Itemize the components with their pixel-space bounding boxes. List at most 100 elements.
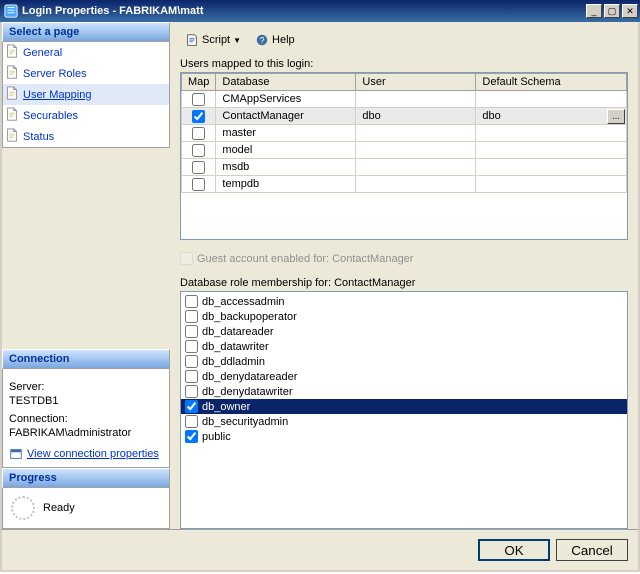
page-icon [5, 128, 19, 145]
schema-cell [476, 125, 627, 142]
col-schema[interactable]: Default Schema [476, 74, 627, 91]
sidebar-item-label: User Mapping [23, 89, 91, 101]
role-label: db_denydatareader [202, 371, 297, 383]
page-icon [5, 44, 19, 61]
role-item[interactable]: db_ddladmin [181, 354, 627, 369]
role-checkbox[interactable] [185, 355, 198, 368]
col-map[interactable]: Map [182, 74, 216, 91]
role-item[interactable]: db_denydatareader [181, 369, 627, 384]
guest-account-checkbox: Guest account enabled for: ContactManage… [180, 252, 628, 265]
database-cell: CMAppServices [216, 91, 356, 108]
sidebar-item-user-mapping[interactable]: User Mapping [3, 84, 169, 105]
map-checkbox[interactable] [192, 178, 205, 191]
map-checkbox[interactable] [192, 144, 205, 157]
role-item[interactable]: db_accessadmin [181, 294, 627, 309]
database-cell: master [216, 125, 356, 142]
role-checkbox[interactable] [185, 340, 198, 353]
schema-cell [476, 91, 627, 108]
user-cell [356, 91, 476, 108]
role-checkbox[interactable] [185, 400, 198, 413]
connection-value: FABRIKAM\administrator [9, 427, 163, 439]
schema-cell: dbo... [476, 108, 627, 125]
schema-cell [476, 159, 627, 176]
map-checkbox[interactable] [192, 161, 205, 174]
role-checkbox[interactable] [185, 385, 198, 398]
pages-list: General Server Roles User Mapping Securable… [2, 42, 170, 148]
role-checkbox[interactable] [185, 430, 198, 443]
role-item[interactable]: db_denydatawriter [181, 384, 627, 399]
sidebar-item-securables[interactable]: Securables [3, 105, 169, 126]
progress-spinner-icon [11, 496, 35, 520]
sidebar-item-status[interactable]: Status [3, 126, 169, 147]
left-panel: Select a page GeneralServer RolesUser Ma… [2, 22, 170, 529]
map-checkbox[interactable] [192, 127, 205, 140]
role-label: db_securityadmin [202, 416, 288, 428]
role-item[interactable]: db_backupoperator [181, 309, 627, 324]
table-row[interactable]: model [182, 142, 627, 159]
table-row[interactable]: tempdb [182, 176, 627, 193]
roles-list[interactable]: db_accessadmindb_backupoperator db_datare… [180, 291, 628, 529]
connection-label: Connection: [9, 413, 163, 425]
role-checkbox[interactable] [185, 310, 198, 323]
page-icon [5, 107, 19, 124]
role-checkbox[interactable] [185, 370, 198, 383]
schema-browse-button[interactable]: ... [607, 109, 625, 124]
user-cell [356, 176, 476, 193]
server-label: Server: [9, 381, 163, 393]
col-user[interactable]: User [356, 74, 476, 91]
maximize-button[interactable]: ▢ [604, 4, 620, 18]
users-mapped-label: Users mapped to this login: [180, 58, 628, 70]
user-cell [356, 159, 476, 176]
help-button[interactable]: ? Help [250, 30, 300, 50]
role-checkbox[interactable] [185, 325, 198, 338]
window-title: Login Properties - FABRIKAM\matt [22, 5, 584, 17]
progress-header: Progress [2, 468, 170, 488]
sidebar-item-label: Server Roles [23, 68, 87, 80]
role-item[interactable]: db_datareader [181, 324, 627, 339]
toolbar: Script ▼ ? Help [180, 28, 628, 58]
role-item[interactable]: db_datawriter [181, 339, 627, 354]
help-label: Help [272, 34, 295, 46]
role-checkbox[interactable] [185, 415, 198, 428]
users-mapped-grid[interactable]: Map Database User Default Schema CMAppSe… [180, 72, 628, 240]
sidebar-item-label: Status [23, 131, 54, 143]
view-connection-properties-link[interactable]: View connection properties [9, 447, 163, 461]
roles-label: Database role membership for: ContactMan… [180, 277, 628, 289]
role-checkbox[interactable] [185, 295, 198, 308]
guest-checkbox-input [180, 252, 193, 265]
table-row[interactable]: master [182, 125, 627, 142]
sidebar-item-server-roles[interactable]: Server Roles [3, 63, 169, 84]
role-label: db_owner [202, 401, 250, 413]
user-cell: dbo [356, 108, 476, 125]
role-label: db_accessadmin [202, 296, 285, 308]
sidebar-item-general[interactable]: General [3, 42, 169, 63]
connection-header: Connection [2, 349, 170, 369]
schema-cell [476, 176, 627, 193]
database-cell: tempdb [216, 176, 356, 193]
table-row[interactable]: ContactManagerdbodbo... [182, 108, 627, 125]
page-icon [5, 86, 19, 103]
map-checkbox[interactable] [192, 93, 205, 106]
role-label: db_datareader [202, 326, 274, 338]
role-item[interactable]: db_securityadmin [181, 414, 627, 429]
role-label: db_denydatawriter [202, 386, 293, 398]
script-label: Script [202, 34, 230, 46]
role-item[interactable]: public [181, 429, 627, 444]
minimize-button[interactable]: _ [586, 4, 602, 18]
close-button[interactable]: ✕ [622, 4, 638, 18]
footer: OK Cancel [0, 529, 640, 572]
role-item[interactable]: db_owner [181, 399, 627, 414]
schema-cell [476, 142, 627, 159]
right-panel: Script ▼ ? Help Users mapped to this log… [170, 22, 638, 529]
cancel-button[interactable]: Cancel [556, 539, 628, 561]
map-checkbox[interactable] [192, 110, 205, 123]
script-button[interactable]: Script ▼ [180, 30, 246, 50]
database-cell: model [216, 142, 356, 159]
connection-panel: Server: TESTDB1 Connection: FABRIKAM\adm… [2, 369, 170, 468]
user-cell [356, 125, 476, 142]
database-cell: msdb [216, 159, 356, 176]
table-row[interactable]: CMAppServices [182, 91, 627, 108]
table-row[interactable]: msdb [182, 159, 627, 176]
col-database[interactable]: Database [216, 74, 356, 91]
ok-button[interactable]: OK [478, 539, 550, 561]
